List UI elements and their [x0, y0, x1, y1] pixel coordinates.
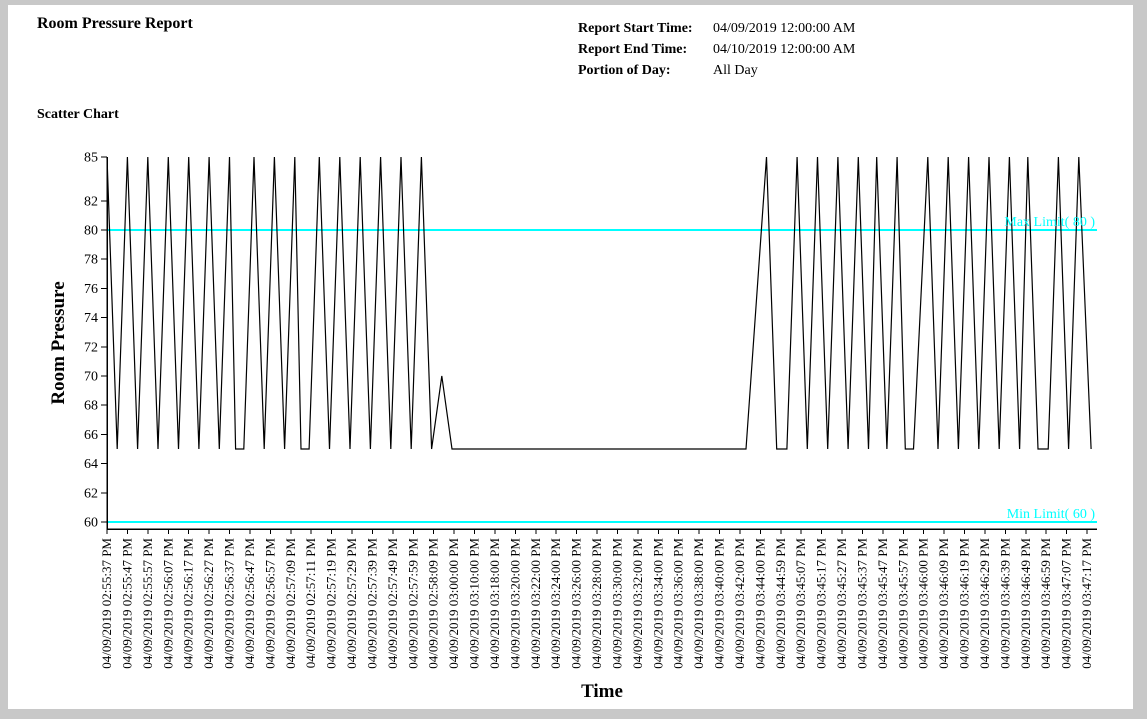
- x-tick-label: 04/09/2019 03:45:17 PM: [814, 538, 829, 669]
- x-tick-label: 04/09/2019 03:36:00 PM: [671, 538, 686, 669]
- x-tick-label: 04/09/2019 02:55:37 PM: [99, 538, 114, 669]
- x-axis-title: Time: [581, 681, 623, 702]
- x-tick-label: 04/09/2019 02:57:29 PM: [344, 538, 359, 669]
- y-tick-label: 82: [84, 194, 98, 209]
- x-tick-label: 04/09/2019 02:58:09 PM: [426, 538, 441, 669]
- y-tick-label: 60: [84, 516, 98, 531]
- x-tick-label: 04/09/2019 02:56:17 PM: [181, 538, 196, 669]
- x-tick-label: 04/09/2019 03:24:00 PM: [548, 538, 563, 669]
- y-tick-label: 76: [84, 282, 98, 297]
- x-tick-label: 04/09/2019 03:46:09 PM: [936, 538, 951, 669]
- x-tick-label: 04/09/2019 03:46:49 PM: [1018, 538, 1033, 669]
- x-tick-label: 04/09/2019 02:56:47 PM: [242, 538, 257, 669]
- x-tick-label: 04/09/2019 03:45:57 PM: [895, 538, 910, 669]
- y-tick-label: 62: [84, 486, 98, 501]
- x-tick-label: 04/09/2019 03:28:00 PM: [589, 538, 604, 669]
- x-tick-label: 04/09/2019 02:56:07 PM: [160, 538, 175, 669]
- x-tick-label: 04/09/2019 03:44:59 PM: [773, 538, 788, 669]
- max-limit-label: Max Limit( 80 ): [1004, 215, 1095, 230]
- y-tick-label: 80: [84, 224, 98, 239]
- report-page: Room Pressure Report Report Start Time:0…: [8, 5, 1133, 709]
- x-tick-label: 04/09/2019 03:45:47 PM: [875, 538, 890, 669]
- scatter-chart: 8582807876747270686664626004/09/2019 02:…: [8, 5, 1133, 709]
- x-tick-label: 04/09/2019 03:46:00 PM: [916, 538, 931, 669]
- x-tick-label: 04/09/2019 03:45:27 PM: [834, 538, 849, 669]
- y-tick-label: 70: [84, 370, 98, 385]
- x-tick-label: 04/09/2019 02:56:37 PM: [222, 538, 237, 669]
- y-axis-title: Room Pressure: [48, 281, 69, 404]
- y-tick-label: 68: [84, 399, 98, 414]
- x-tick-label: 04/09/2019 03:18:00 PM: [487, 538, 502, 669]
- x-tick-label: 04/09/2019 03:46:59 PM: [1038, 538, 1053, 669]
- window-frame: Room Pressure Report Report Start Time:0…: [0, 0, 1147, 719]
- x-tick-label: 04/09/2019 03:40:00 PM: [712, 538, 727, 669]
- x-tick-label: 04/09/2019 02:57:11 PM: [303, 538, 318, 669]
- x-tick-label: 04/09/2019 03:45:07 PM: [793, 538, 808, 669]
- x-tick-label: 04/09/2019 03:38:00 PM: [691, 538, 706, 669]
- x-tick-label: 04/09/2019 03:32:00 PM: [630, 538, 645, 669]
- x-tick-label: 04/09/2019 03:46:39 PM: [997, 538, 1012, 669]
- x-tick-label: 04/09/2019 03:00:00 PM: [446, 538, 461, 669]
- x-tick-label: 04/09/2019 03:47:07 PM: [1059, 538, 1074, 669]
- x-tick-label: 04/09/2019 02:57:19 PM: [324, 538, 339, 669]
- x-tick-label: 04/09/2019 02:57:39 PM: [364, 538, 379, 669]
- y-tick-label: 64: [84, 457, 98, 472]
- y-tick-label: 74: [84, 311, 98, 326]
- y-tick-label: 85: [84, 151, 98, 166]
- x-tick-label: 04/09/2019 03:46:19 PM: [957, 538, 972, 669]
- y-tick-label: 78: [84, 253, 98, 268]
- x-tick-label: 04/09/2019 03:10:00 PM: [467, 538, 482, 669]
- x-tick-label: 04/09/2019 02:55:57 PM: [140, 538, 155, 669]
- x-tick-label: 04/09/2019 03:45:37 PM: [854, 538, 869, 669]
- x-tick-label: 04/09/2019 03:20:00 PM: [507, 538, 522, 669]
- min-limit-label: Min Limit( 60 ): [1007, 507, 1096, 522]
- x-tick-label: 04/09/2019 02:57:59 PM: [405, 538, 420, 669]
- x-tick-label: 04/09/2019 03:34:00 PM: [650, 538, 665, 669]
- x-tick-label: 04/09/2019 02:56:27 PM: [201, 538, 216, 669]
- x-tick-label: 04/09/2019 02:55:47 PM: [119, 538, 134, 669]
- x-tick-label: 04/09/2019 03:26:00 PM: [569, 538, 584, 669]
- x-tick-label: 04/09/2019 03:47:17 PM: [1079, 538, 1094, 669]
- x-tick-label: 04/09/2019 02:57:09 PM: [283, 538, 298, 669]
- pressure-data-line: [107, 157, 1091, 449]
- x-tick-label: 04/09/2019 03:44:00 PM: [752, 538, 767, 669]
- y-tick-label: 72: [84, 340, 98, 355]
- x-tick-label: 04/09/2019 03:46:29 PM: [977, 538, 992, 669]
- y-tick-label: 66: [84, 428, 98, 443]
- x-tick-label: 04/09/2019 02:57:49 PM: [385, 538, 400, 669]
- x-tick-label: 04/09/2019 03:42:00 PM: [732, 538, 747, 669]
- x-tick-label: 04/09/2019 03:22:00 PM: [528, 538, 543, 669]
- x-tick-label: 04/09/2019 03:30:00 PM: [609, 538, 624, 669]
- x-tick-label: 04/09/2019 02:56:57 PM: [262, 538, 277, 669]
